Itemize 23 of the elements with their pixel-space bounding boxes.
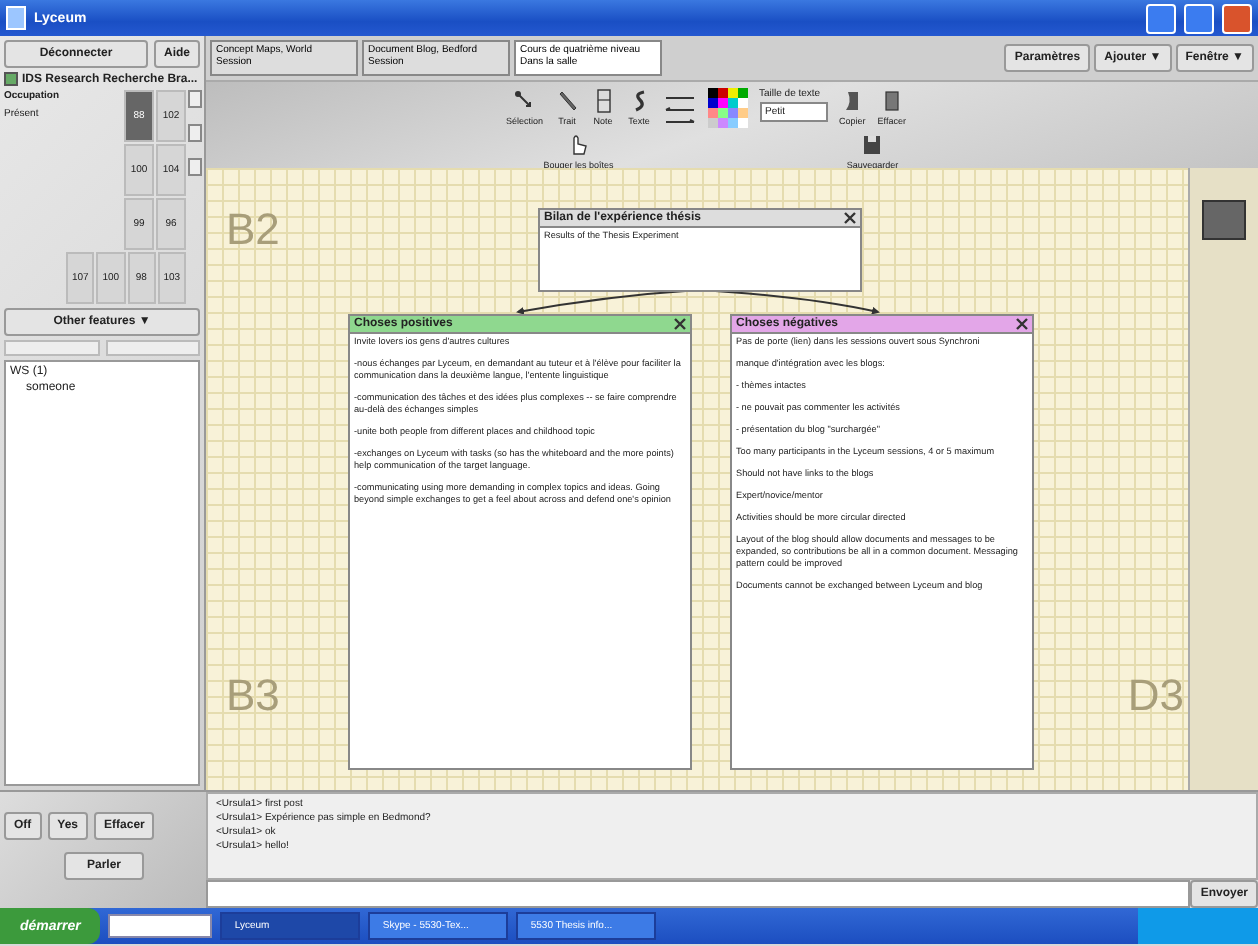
chat-input[interactable] [206, 880, 1191, 908]
close-icon[interactable] [1016, 318, 1028, 330]
filter-field[interactable] [4, 340, 99, 356]
close-icon[interactable] [844, 212, 856, 224]
panel-icon[interactable] [1202, 200, 1246, 240]
color-palette[interactable] [707, 88, 748, 128]
search-field[interactable] [108, 914, 213, 938]
app-icon [6, 6, 26, 30]
filter-field[interactable] [105, 340, 200, 356]
eraser-icon [879, 88, 904, 114]
note-icon [591, 88, 616, 114]
zone-label: D3 [1127, 674, 1184, 718]
close-icon[interactable] [674, 318, 686, 330]
zone-label: B2 [226, 208, 280, 252]
zone-label: B3 [226, 674, 280, 718]
system-tray [1138, 908, 1258, 944]
minimize-button[interactable] [1146, 3, 1176, 33]
pen-icon [555, 88, 580, 114]
note-card[interactable] [348, 314, 692, 770]
close-button[interactable] [1222, 3, 1252, 33]
maximize-button[interactable] [1184, 3, 1214, 33]
note-card[interactable] [730, 314, 1034, 770]
room-checkbox[interactable] [4, 72, 18, 86]
